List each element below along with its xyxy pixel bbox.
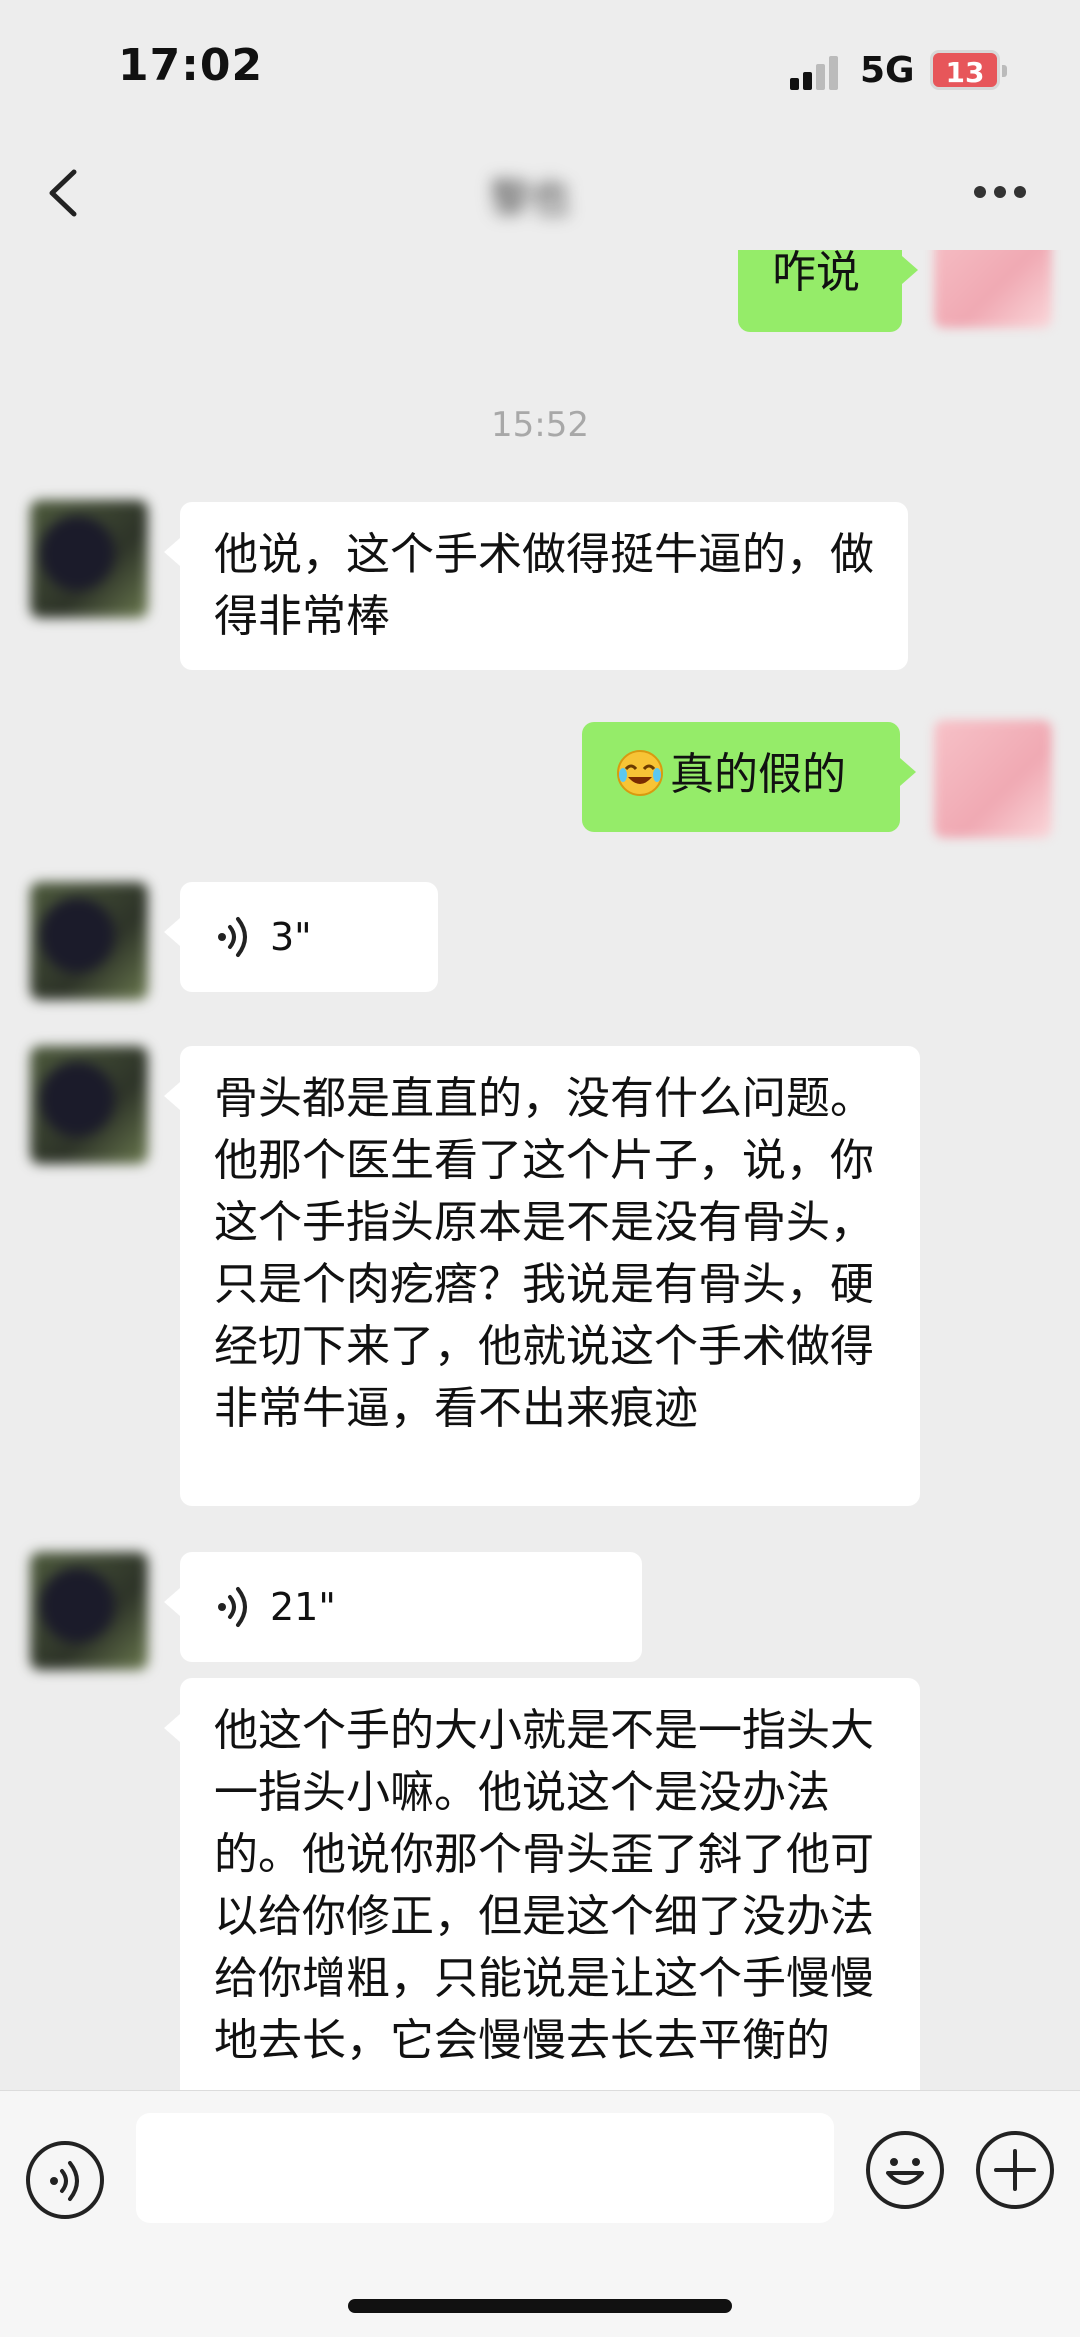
contact-avatar[interactable] bbox=[30, 1046, 148, 1164]
message-text: 他这个手的大小就是不是一指头大一指头小嘛。他说这个是没办法的。他说你那个骨头歪了… bbox=[214, 1705, 874, 2066]
crying-laughing-emoji-icon bbox=[617, 750, 663, 796]
message-text: 咋说 bbox=[772, 250, 860, 298]
contact-avatar[interactable] bbox=[30, 500, 148, 618]
voice-input-button[interactable] bbox=[26, 2141, 104, 2219]
more-actions-button[interactable] bbox=[976, 2131, 1054, 2209]
signal-icon bbox=[790, 56, 844, 90]
outgoing-message[interactable]: 咋说 bbox=[738, 250, 918, 332]
message-text: 骨头都是直直的，没有什么问题。他那个医生看了这个片子，说，你这个手指头原本是不是… bbox=[214, 1073, 874, 1434]
smiley-icon bbox=[886, 2158, 924, 2185]
plus-icon bbox=[994, 2149, 1036, 2191]
input-bar bbox=[0, 2090, 1080, 2337]
home-indicator[interactable] bbox=[348, 2299, 732, 2313]
incoming-message[interactable]: 骨头都是直直的，没有什么问题。他那个医生看了这个片子，说，你这个手指头原本是不是… bbox=[164, 1046, 920, 1506]
status-time: 17:02 bbox=[118, 40, 264, 91]
voice-wave-icon bbox=[50, 2161, 79, 2201]
battery-icon: 13 bbox=[930, 50, 1007, 90]
voice-duration: 3" bbox=[270, 915, 312, 959]
message-timestamp: 15:52 bbox=[491, 405, 589, 445]
message-text: 他说，这个手术做得挺牛逼的，做得非常棒 bbox=[214, 529, 874, 642]
voice-wave-icon bbox=[218, 917, 247, 957]
voice-message[interactable]: 3" bbox=[164, 882, 438, 992]
outgoing-message[interactable]: 真的假的 bbox=[582, 722, 916, 832]
contact-avatar[interactable] bbox=[30, 1552, 148, 1670]
incoming-message[interactable]: 他这个手的大小就是不是一指头大一指头小嘛。他说这个是没办法的。他说你那个骨头歪了… bbox=[164, 1678, 920, 2090]
chat-title: 黎也 bbox=[490, 176, 570, 222]
voice-message[interactable]: 21" bbox=[164, 1552, 642, 1662]
my-avatar[interactable] bbox=[934, 250, 1052, 328]
network-label: 5G bbox=[860, 50, 915, 91]
emoji-button[interactable] bbox=[866, 2131, 944, 2209]
contact-avatar[interactable] bbox=[30, 882, 148, 1000]
chat-header: 黎也 bbox=[0, 140, 1080, 250]
message-input[interactable] bbox=[136, 2113, 834, 2223]
message-list[interactable]: 咋说 15:52 他说，这个手术做得挺牛逼的，做得非常棒 真的假的 3" 骨头都… bbox=[0, 250, 1080, 2090]
back-arrow-icon[interactable] bbox=[44, 168, 84, 218]
status-bar: 17:02 5G 13 bbox=[0, 0, 1080, 140]
voice-duration: 21" bbox=[270, 1585, 336, 1629]
more-options-icon[interactable] bbox=[974, 186, 1030, 202]
incoming-message[interactable]: 他说，这个手术做得挺牛逼的，做得非常棒 bbox=[164, 502, 908, 670]
message-text: 真的假的 bbox=[670, 749, 846, 800]
my-avatar[interactable] bbox=[934, 720, 1052, 838]
voice-wave-icon bbox=[218, 1587, 247, 1627]
